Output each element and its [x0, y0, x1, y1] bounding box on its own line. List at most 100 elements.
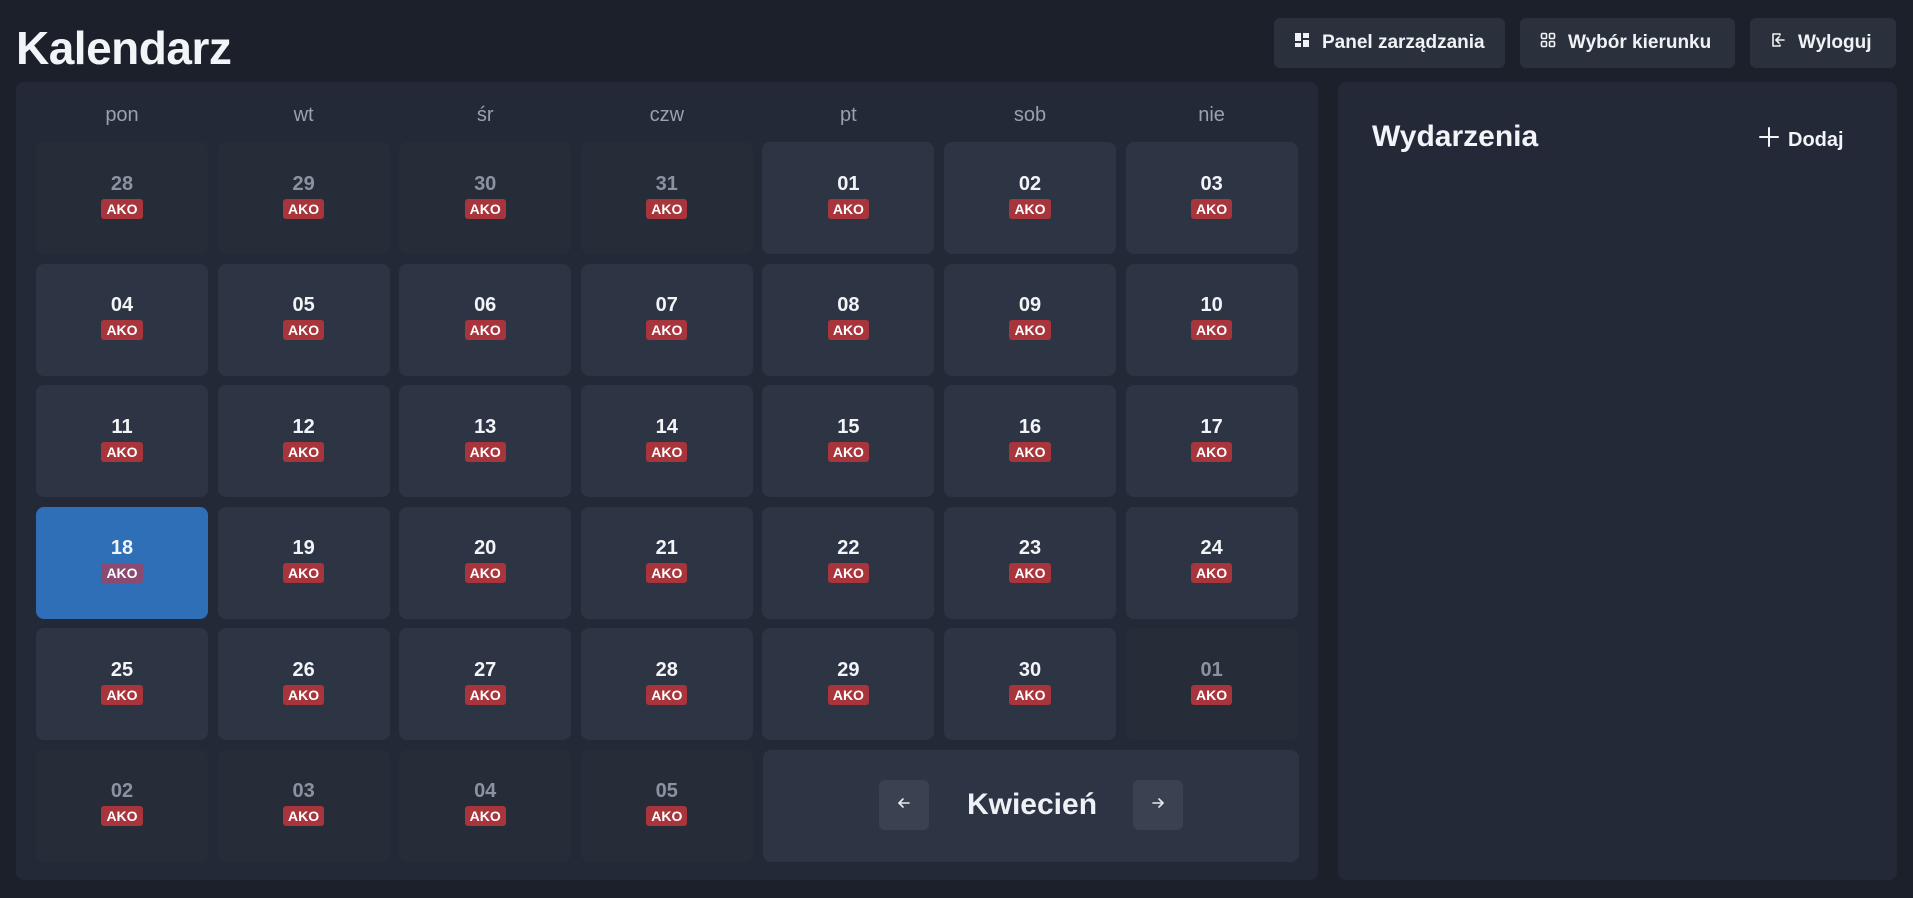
event-badge: AKO [827, 684, 869, 705]
day-cell-selected[interactable]: 18 AKO [36, 506, 208, 619]
day-number: 29 [292, 172, 315, 195]
event-badge: AKO [464, 684, 506, 705]
logout-button[interactable]: Wyloguj [1750, 18, 1896, 68]
day-number: 22 [837, 537, 860, 559]
day-number: 23 [1018, 537, 1042, 559]
arrow-right-icon [1150, 795, 1166, 816]
day-number: 10 [1200, 294, 1223, 316]
day-cell[interactable]: 31 AKO [580, 142, 753, 254]
day-cell[interactable]: 22 AKO [762, 506, 935, 619]
day-number: 02 [1018, 172, 1042, 195]
event-badge: AKO [1009, 563, 1051, 583]
events-panel: Wydarzenia Dodaj [1338, 82, 1897, 880]
day-cell[interactable]: 04 AKO [36, 263, 208, 376]
calendar-panel: pon wt śr czw pt sob nie 28 AKO 29 AKO 30 AKO 31 AKO 0… [16, 82, 1318, 880]
day-cell[interactable]: 01 AKO [762, 142, 935, 254]
day-cell[interactable]: 26 AKO [217, 628, 390, 740]
event-badge: AKO [464, 441, 506, 462]
day-number: 30 [474, 172, 497, 195]
day-cell[interactable]: 04 AKO [399, 749, 572, 862]
day-number: 04 [110, 294, 134, 316]
day-cell[interactable]: 05 AKO [580, 749, 753, 862]
current-month-label: Kwiecień [966, 788, 1098, 821]
day-cell[interactable]: 21 AKO [580, 506, 753, 619]
weekday-label: pt [840, 104, 857, 126]
day-number: 09 [1018, 294, 1042, 316]
day-cell[interactable]: 15 AKO [762, 385, 935, 497]
event-badge: AKO [646, 441, 688, 462]
grid-icon [1540, 32, 1556, 54]
day-cell[interactable]: 11 AKO [36, 385, 208, 497]
day-number: 01 [837, 172, 860, 195]
day-cell[interactable]: 27 AKO [399, 628, 572, 740]
management-panel-button[interactable]: Panel zarządzania [1274, 18, 1505, 68]
day-cell[interactable]: 03 AKO [217, 749, 390, 862]
event-badge: AKO [283, 684, 325, 705]
previous-month-button[interactable] [879, 780, 929, 830]
day-cell[interactable]: 30 AKO [399, 142, 572, 254]
day-cell[interactable]: 12 AKO [217, 385, 390, 497]
day-number: 17 [1200, 415, 1223, 438]
day-cell[interactable]: 09 AKO [944, 263, 1116, 376]
add-event-label: Dodaj [1788, 128, 1844, 151]
day-cell[interactable]: 02 AKO [36, 749, 208, 862]
month-navigation: Kwiecień [763, 750, 1299, 862]
event-badge: AKO [464, 198, 506, 219]
event-badge: AKO [1191, 684, 1233, 705]
day-number: 20 [474, 537, 497, 559]
event-badge: AKO [101, 806, 143, 826]
field-selection-button[interactable]: Wybór kierunku [1520, 18, 1735, 68]
next-month-button[interactable] [1133, 780, 1183, 830]
day-number: 29 [837, 658, 860, 681]
day-cell[interactable]: 01 AKO [1125, 628, 1298, 740]
day-cell[interactable]: 16 AKO [944, 385, 1116, 497]
event-badge: AKO [283, 441, 325, 462]
day-cell[interactable]: 05 AKO [217, 263, 390, 376]
day-cell[interactable]: 07 AKO [580, 263, 753, 376]
event-badge: AKO [101, 684, 143, 705]
day-number: 25 [110, 658, 134, 681]
day-number: 30 [1018, 658, 1042, 681]
day-number: 07 [655, 294, 678, 316]
day-number: 03 [1200, 172, 1223, 195]
event-badge: AKO [646, 806, 688, 826]
day-cell[interactable]: 29 AKO [762, 628, 935, 740]
event-badge: AKO [101, 441, 143, 462]
event-badge: AKO [283, 563, 325, 583]
day-cell[interactable]: 08 AKO [762, 263, 935, 376]
day-cell[interactable]: 19 AKO [217, 506, 390, 619]
day-cell[interactable]: 25 AKO [36, 628, 208, 740]
day-cell[interactable]: 17 AKO [1125, 385, 1298, 497]
event-badge: AKO [1009, 198, 1051, 219]
day-cell[interactable]: 02 AKO [944, 142, 1116, 254]
weekday-label: śr [476, 104, 494, 126]
day-cell[interactable]: 03 AKO [1125, 142, 1298, 254]
day-cell[interactable]: 24 AKO [1125, 506, 1298, 619]
day-cell[interactable]: 30 AKO [944, 628, 1116, 740]
day-cell[interactable]: 28 AKO [36, 142, 208, 254]
management-panel-label: Panel zarządzania [1322, 32, 1485, 53]
day-number: 08 [837, 294, 860, 316]
day-number: 28 [110, 172, 134, 195]
day-number: 28 [655, 658, 678, 681]
event-badge: AKO [283, 320, 325, 340]
dashboard-icon [1294, 32, 1310, 54]
day-number: 31 [655, 172, 678, 195]
day-cell[interactable]: 28 AKO [580, 628, 753, 740]
day-cell[interactable]: 23 AKO [944, 506, 1116, 619]
event-badge: AKO [646, 198, 688, 219]
day-cell[interactable]: 10 AKO [1125, 263, 1298, 376]
day-number: 13 [474, 415, 497, 438]
weekday-label: czw [649, 104, 685, 126]
day-number: 21 [655, 537, 678, 559]
day-cell[interactable]: 14 AKO [580, 385, 753, 497]
day-cell[interactable]: 13 AKO [399, 385, 572, 497]
day-number: 11 [111, 415, 133, 438]
event-badge: AKO [1191, 563, 1233, 583]
day-cell[interactable]: 29 AKO [217, 142, 390, 254]
day-number: 12 [292, 415, 315, 438]
day-cell[interactable]: 20 AKO [399, 506, 572, 619]
add-event-button[interactable]: Dodaj [1748, 122, 1854, 158]
weekday-label: sob [1013, 104, 1047, 126]
day-cell[interactable]: 06 AKO [399, 263, 572, 376]
